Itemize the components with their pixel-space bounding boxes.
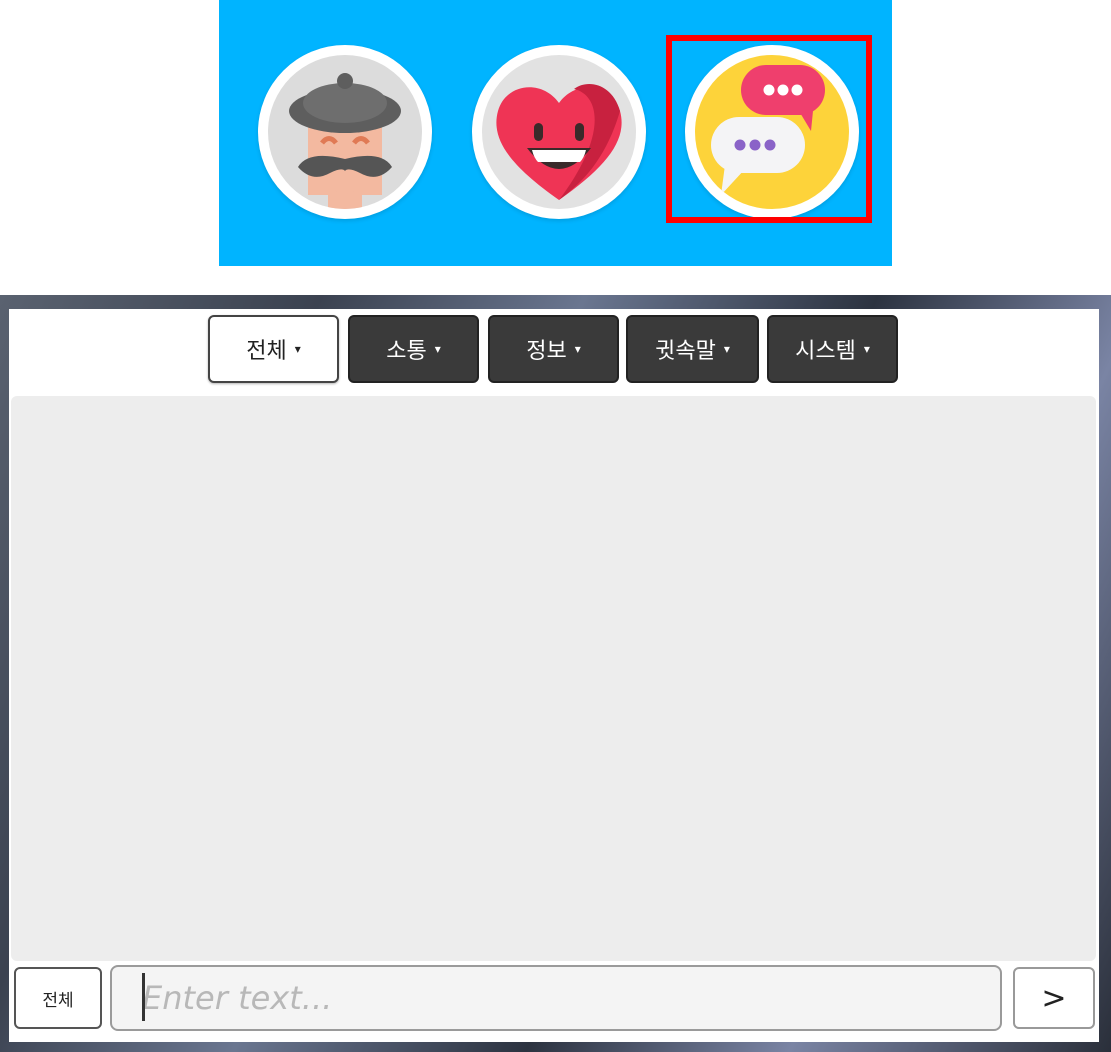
tab-all[interactable]: 전체 ▾ <box>208 315 339 383</box>
chat-bubbles-button[interactable] <box>685 45 859 219</box>
chat-panel: 전체 ▾ 소통 ▾ 정보 ▾ 귓속말 ▾ 시스템 ▾ 전체 Enter text… <box>9 309 1099 1042</box>
chevron-down-icon: ▾ <box>723 342 730 356</box>
chat-text-input[interactable] <box>110 965 1002 1031</box>
heart-emoji-button[interactable] <box>472 45 646 219</box>
chat-input-row: 전체 > <box>9 965 1099 1035</box>
tab-label: 정보 <box>526 339 567 364</box>
artist-avatar-button[interactable] <box>258 45 432 219</box>
tab-system[interactable]: 시스템 ▾ <box>767 315 898 383</box>
chat-bubbles-icon <box>695 55 849 209</box>
tab-info[interactable]: 정보 ▾ <box>488 315 619 383</box>
chevron-down-icon: ▾ <box>434 342 441 356</box>
tab-whisper[interactable]: 귓속말 ▾ <box>626 315 759 383</box>
chat-tab-bar: 전체 ▾ 소통 ▾ 정보 ▾ 귓속말 ▾ 시스템 ▾ <box>9 315 1099 387</box>
tab-label: 전체 <box>246 339 287 364</box>
tab-talk[interactable]: 소통 ▾ <box>348 315 479 383</box>
tab-label: 시스템 <box>795 339 856 364</box>
tab-label: 소통 <box>386 339 427 364</box>
screen: 전체 ▾ 소통 ▾ 정보 ▾ 귓속말 ▾ 시스템 ▾ 전체 Enter text… <box>0 0 1111 1052</box>
chevron-down-icon: ▾ <box>863 342 870 356</box>
chevron-down-icon: ▾ <box>294 342 301 356</box>
chat-message-area[interactable] <box>11 396 1096 961</box>
tab-label: 귓속말 <box>655 339 716 364</box>
text-cursor <box>142 973 145 1021</box>
chevron-down-icon: ▾ <box>574 342 581 356</box>
channel-select-button[interactable]: 전체 <box>14 967 102 1029</box>
icon-selector-bar <box>219 0 892 266</box>
artist-avatar-icon <box>268 55 422 209</box>
heart-emoji-icon <box>482 55 636 209</box>
send-button[interactable]: > <box>1013 967 1095 1029</box>
